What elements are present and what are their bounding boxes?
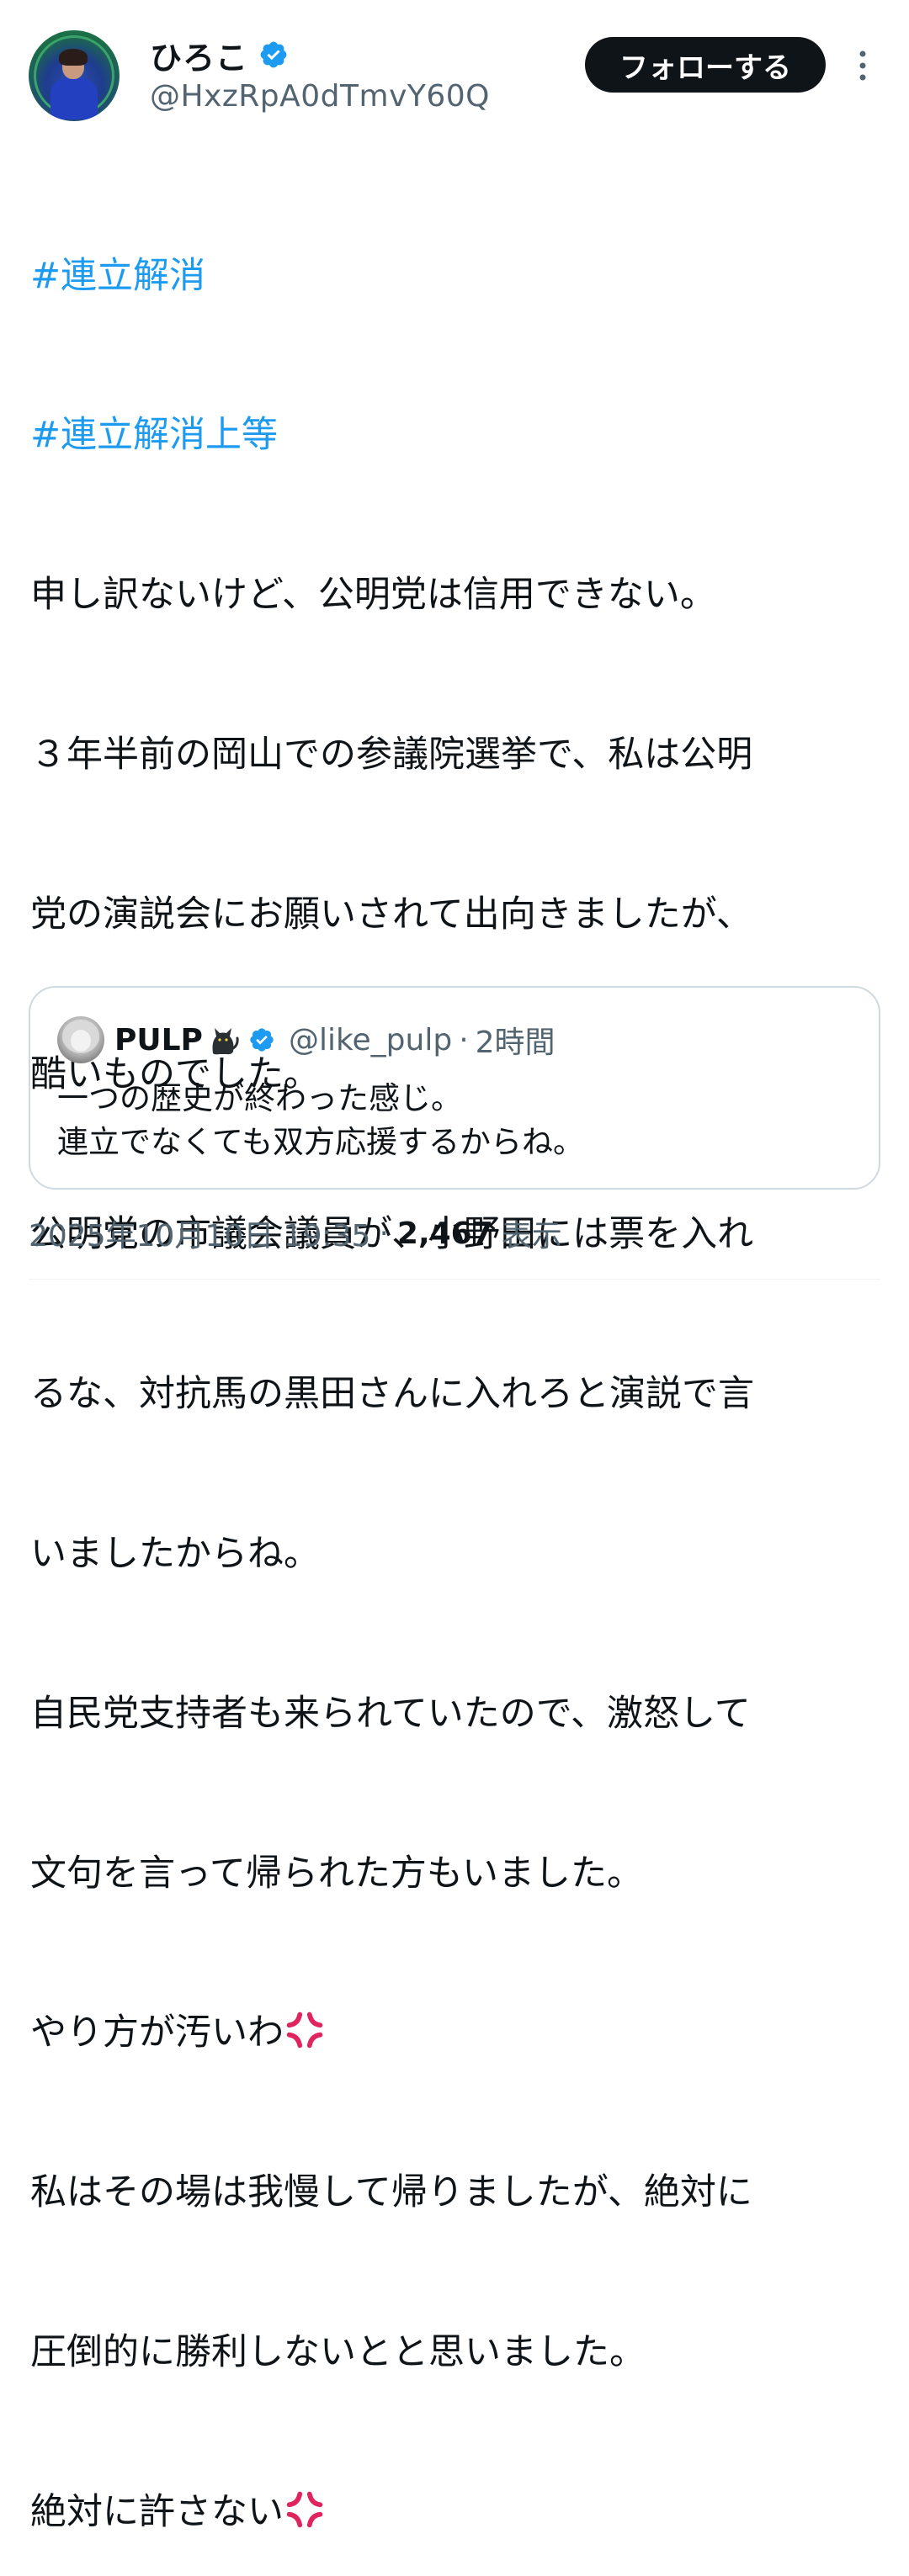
post-line-text: 絶対に許さない — [30, 2491, 284, 2534]
author-handle[interactable]: @HxzRpA0dTmvY60Q — [150, 79, 490, 114]
quoted-avatar-face — [71, 1030, 91, 1052]
divider — [29, 1279, 880, 1280]
avatar-figure-body — [50, 77, 98, 119]
hashtag-link[interactable]: #連立解消 — [30, 250, 882, 303]
post-timestamp[interactable]: 2025年10月10日 19:35 — [29, 1211, 370, 1255]
views-label: 表示 — [501, 1219, 562, 1254]
quoted-post-header: PULP @like_pulp · 2時間 — [114, 1016, 556, 1063]
avatar-figure-hair — [59, 49, 88, 66]
hashtag-link[interactable]: #連立解消上等 — [30, 409, 882, 462]
post-line: 私はその場は我慢して帰りましたが、絶対に — [30, 2171, 752, 2214]
post-line-text: やり方が汚いわ — [30, 2012, 284, 2054]
post-line: 自民党支持者も来られていたので、激怒して — [30, 1692, 751, 1735]
post-body: #連立解消 #連立解消上等 申し訳ないけど、公明党は信用できない。 ３年半前の岡… — [30, 143, 882, 2576]
more-dots-vertical-icon[interactable] — [850, 47, 875, 84]
quoted-post-line: 一つの歴史が終わった感じ。 — [57, 1080, 462, 1116]
post-line: 申し訳ないけど、公明党は信用できない。 — [30, 574, 716, 617]
author-name-line: ひろこ — [150, 32, 289, 78]
black-cat-icon — [212, 1028, 239, 1055]
quoted-author-handle[interactable]: @like_pulp — [289, 1023, 452, 1057]
post-line-with-emoji: やり方が汚いわ — [30, 2006, 882, 2059]
post-line: 圧倒的に勝利しないとと思いました。 — [30, 2331, 646, 2374]
separator-dot: · — [379, 1216, 389, 1251]
follow-button[interactable]: フォローする — [585, 37, 826, 93]
anger-symbol-icon — [286, 2012, 323, 2049]
post-line: るな、対抗馬の黒田さんに入れろと演説で言 — [30, 1372, 754, 1415]
views-count[interactable]: 2,467 — [397, 1216, 493, 1251]
quoted-post-time[interactable]: 2時間 — [476, 1018, 556, 1062]
quoted-post-card[interactable]: PULP @like_pulp · 2時間 一つの歴史が終わった感じ。 連立でな… — [29, 986, 880, 1190]
post-meta: 2025年10月10日 19:35 · 2,467 表示 — [29, 1211, 562, 1255]
verified-badge-icon — [260, 41, 287, 68]
verified-badge-icon — [250, 1028, 274, 1052]
post-line: 党の演説会にお願いされて出向きましたが、 — [30, 893, 752, 936]
post-line: ３年半前の岡山での参議院選挙で、私は公明 — [30, 734, 753, 777]
author-display-name[interactable]: ひろこ — [150, 32, 248, 78]
post-header: ひろこ @HxzRpA0dTmvY60Q フォローする — [29, 30, 880, 121]
post-line: いましたからね。 — [30, 1532, 320, 1575]
quoted-post-line: 連立でなくても双方応援するからね。 — [57, 1124, 585, 1160]
quoted-author-avatar[interactable] — [57, 1016, 104, 1063]
quoted-post-body: 一つの歴史が終わった感じ。 連立でなくても双方応援するからね。 — [57, 1077, 848, 1164]
quoted-author-name[interactable]: PULP — [114, 1023, 203, 1057]
separator-dot: · — [459, 1022, 469, 1057]
anger-symbol-icon — [286, 2491, 323, 2528]
post-line-with-emoji: 絶対に許さない — [30, 2486, 882, 2539]
post-line: 文句を言って帰られた方もいました。 — [30, 1852, 643, 1895]
author-avatar[interactable] — [29, 30, 120, 121]
